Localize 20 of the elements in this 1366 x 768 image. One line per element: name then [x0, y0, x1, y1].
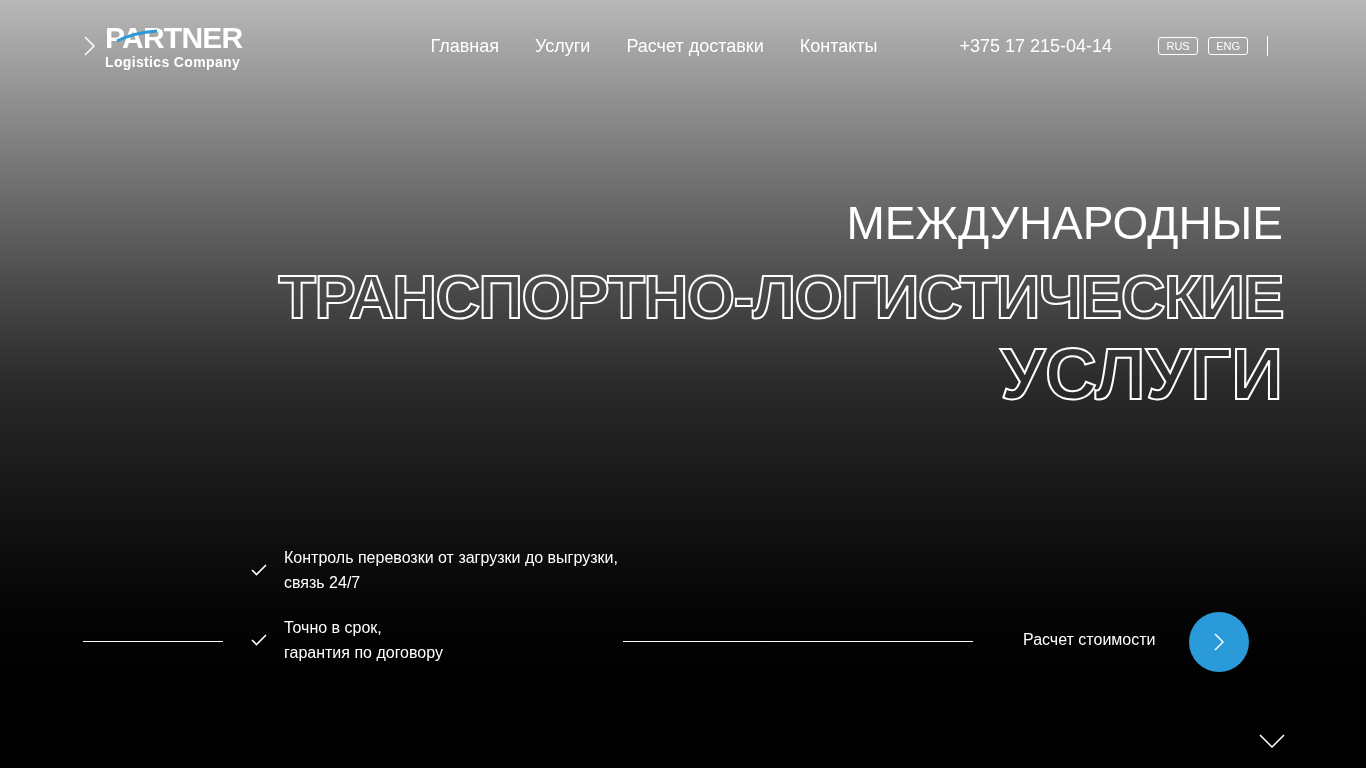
feature-text: Точно в срок, гарантия по договору — [284, 618, 443, 663]
nav-link[interactable]: Главная — [430, 32, 500, 60]
checkmark-icon — [251, 564, 267, 576]
hero-heading-outline: УСЛУГИ — [1000, 338, 1283, 410]
swoosh-icon — [115, 29, 159, 43]
nav-link[interactable]: Контакты — [799, 32, 878, 60]
language-button[interactable]: RUS — [1158, 37, 1199, 55]
nav-link[interactable]: Расчет доставки — [626, 32, 764, 60]
chevron-down-icon[interactable] — [1259, 734, 1285, 748]
chevron-right-icon — [1214, 633, 1225, 651]
feature-text: Контроль перевозки от загрузки до выгрузки, связь 24/7 — [284, 548, 618, 593]
phone-number[interactable]: +375 17 215-04-14 — [959, 32, 1113, 60]
logo-wordmark[interactable]: PARTNER — [105, 23, 243, 53]
cost-calculation-link[interactable]: Расчет стоимости — [1023, 628, 1156, 652]
chevron-right-icon[interactable] — [83, 35, 97, 57]
checkmark-icon — [251, 634, 267, 646]
hero-heading-outline: ТРАНСПОРТНО-ЛОГИСТИЧЕСКИЕ — [278, 266, 1283, 328]
logo-tagline: Logistics Company — [105, 55, 242, 69]
language-button[interactable]: ENG — [1208, 37, 1249, 55]
nav-link[interactable]: Услуги — [535, 32, 591, 60]
